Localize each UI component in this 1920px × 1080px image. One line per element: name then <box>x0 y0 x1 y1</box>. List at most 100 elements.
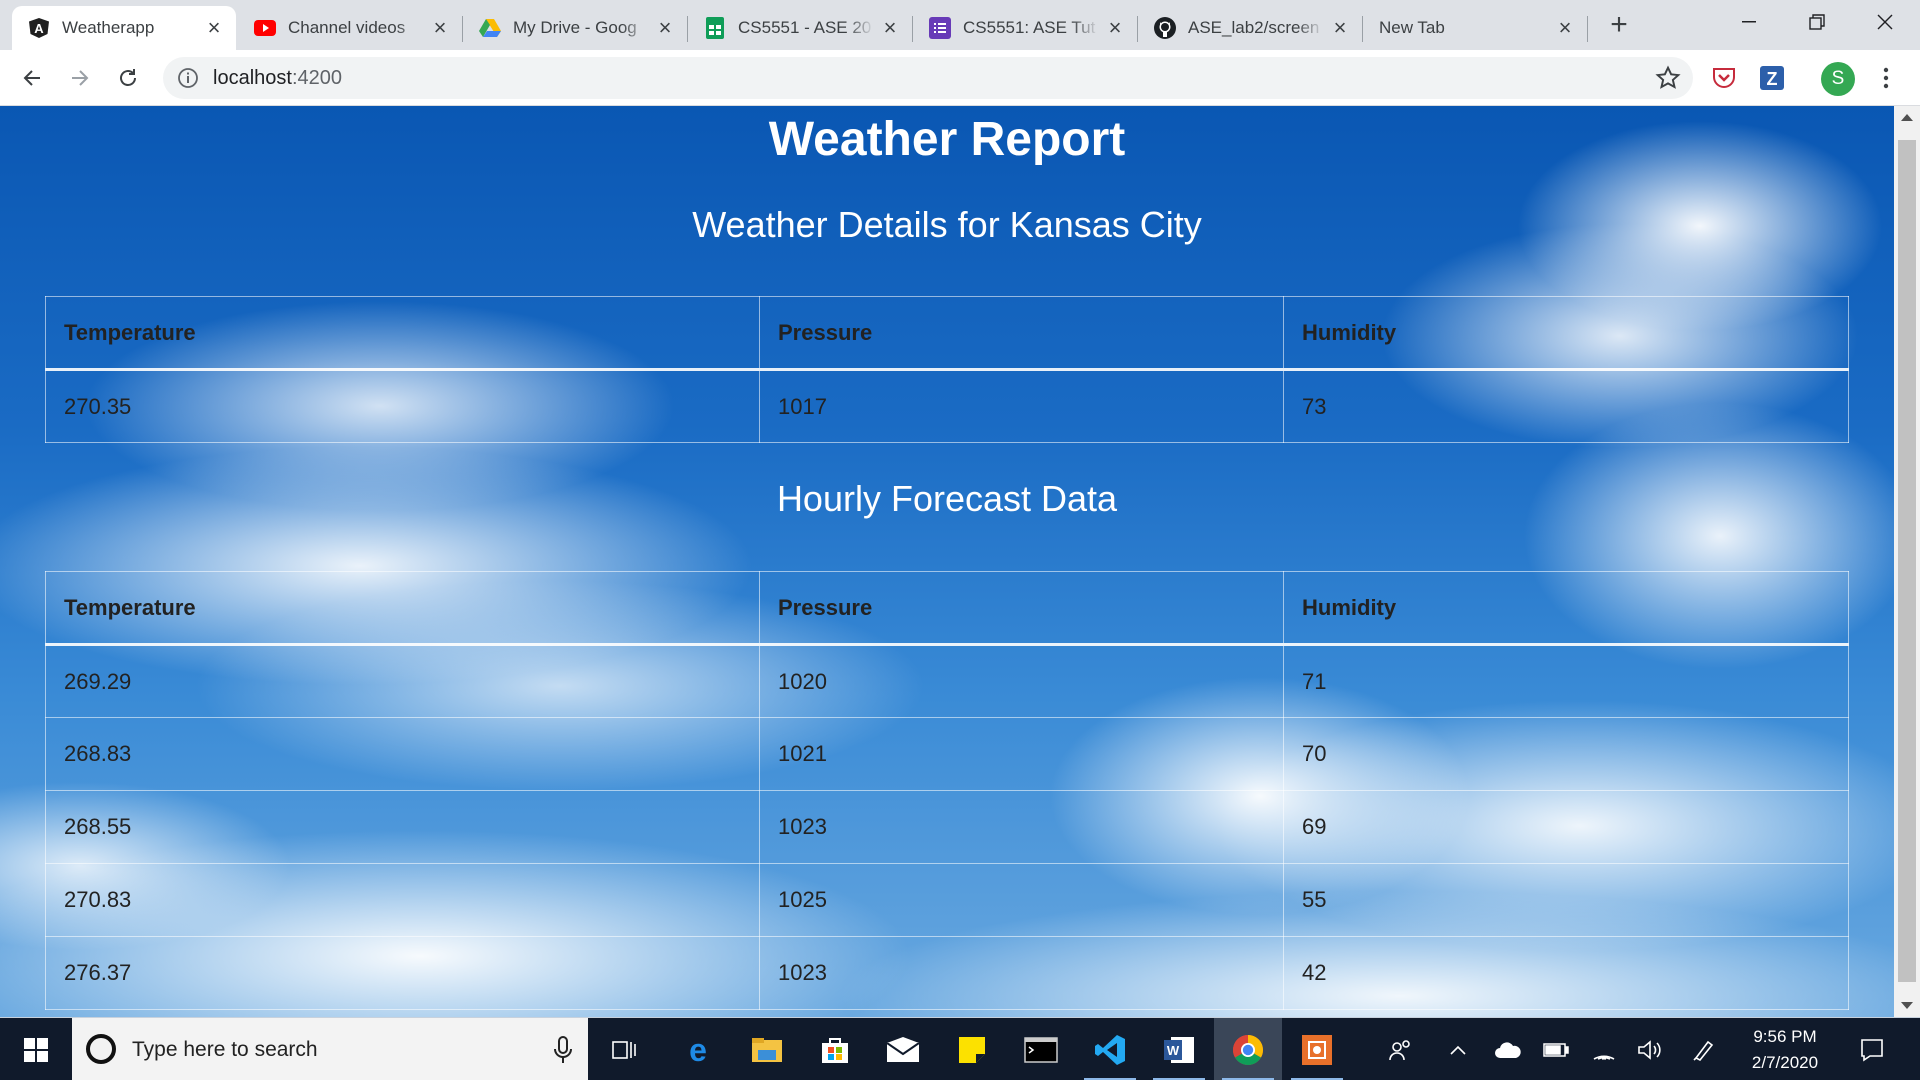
scrollbar-thumb[interactable] <box>1898 140 1916 982</box>
tab-title: New Tab <box>1379 18 1445 37</box>
chrome-menu-icon[interactable] <box>1872 64 1900 92</box>
humidity-cell: 42 <box>1283 936 1849 1010</box>
microphone-icon[interactable] <box>552 1036 574 1064</box>
table-row: 268.55 1023 69 <box>45 790 1849 864</box>
tab-github[interactable]: ASE_lab2/screen × <box>1138 6 1362 50</box>
forward-button[interactable] <box>62 60 98 96</box>
table-row: 269.29 1020 71 <box>45 644 1849 718</box>
temperature-cell: 270.35 <box>45 369 760 443</box>
vscode-icon[interactable] <box>1076 1018 1144 1080</box>
chrome-icon[interactable] <box>1214 1018 1282 1080</box>
column-header-humidity: Humidity <box>1283 571 1849 646</box>
google-drive-icon <box>479 17 501 39</box>
pressure-cell: 1021 <box>759 717 1284 791</box>
page-viewport: Weather Report Weather Details for Kansa… <box>0 106 1894 1017</box>
pen-workspace-icon[interactable] <box>1686 1018 1722 1080</box>
volume-icon[interactable] <box>1632 1018 1668 1080</box>
close-tab-icon[interactable]: × <box>1330 15 1350 40</box>
close-tab-icon[interactable]: × <box>430 15 450 40</box>
terminal-icon[interactable] <box>1007 1018 1075 1080</box>
table-row: 270.83 1025 55 <box>45 863 1849 937</box>
site-info-icon[interactable] <box>177 67 199 89</box>
temperature-cell: 276.37 <box>45 936 760 1010</box>
action-center-icon[interactable] <box>1850 1018 1894 1080</box>
new-tab-button[interactable]: + <box>1603 10 1635 42</box>
url-host: localhost <box>213 67 292 89</box>
current-weather-table: Temperature Pressure Humidity 270.35 101… <box>45 296 1849 443</box>
temperature-cell: 270.83 <box>45 863 760 937</box>
tab-cs5551-form[interactable]: CS5551: ASE Tut × <box>913 6 1137 50</box>
url-port: :4200 <box>291 67 342 89</box>
onedrive-icon[interactable] <box>1490 1018 1526 1080</box>
close-window-button[interactable] <box>1856 0 1914 44</box>
table-header-row: Temperature Pressure Humidity <box>45 571 1849 646</box>
browser-tab-strip: A Weatherapp × Channel videos × My Drive… <box>0 0 1920 50</box>
sticky-notes-icon[interactable] <box>938 1018 1006 1080</box>
table-header-row: Temperature Pressure Humidity <box>45 296 1849 371</box>
google-sheets-icon <box>704 17 726 39</box>
word-icon[interactable]: W <box>1145 1018 1213 1080</box>
close-tab-icon[interactable]: × <box>880 15 900 40</box>
table-row: 276.37 1023 42 <box>45 936 1849 1010</box>
column-header-temperature: Temperature <box>45 296 760 371</box>
svg-text:A: A <box>34 21 44 36</box>
back-button[interactable] <box>14 60 50 96</box>
store-icon[interactable] <box>801 1018 869 1080</box>
browser-toolbar: localhost:4200 Z S <box>0 50 1920 106</box>
windows-logo-icon <box>24 1037 48 1062</box>
column-header-pressure: Pressure <box>759 296 1284 371</box>
tab-my-drive[interactable]: My Drive - Goog × <box>463 6 687 50</box>
mail-icon[interactable] <box>869 1018 937 1080</box>
table-row: 270.35 1017 73 <box>45 369 1849 443</box>
profile-avatar[interactable]: S <box>1821 62 1855 96</box>
close-tab-icon[interactable]: × <box>1555 15 1575 40</box>
pressure-cell: 1020 <box>759 644 1284 718</box>
taskbar-search-box[interactable]: Type here to search <box>72 1018 588 1080</box>
pressure-cell: 1017 <box>759 369 1284 443</box>
show-hidden-icons-chevron-icon[interactable] <box>1440 1018 1476 1080</box>
profile-initial: S <box>1831 68 1845 89</box>
column-header-temperature: Temperature <box>45 571 760 646</box>
pocket-extension-icon[interactable] <box>1710 64 1738 92</box>
svg-text:Z: Z <box>1767 69 1778 89</box>
reload-button[interactable] <box>110 60 146 96</box>
wifi-icon[interactable] <box>1586 1018 1622 1080</box>
temperature-cell: 268.83 <box>45 717 760 791</box>
humidity-cell: 71 <box>1283 644 1849 718</box>
tab-weatherapp[interactable]: A Weatherapp × <box>12 6 236 50</box>
scroll-up-arrow-icon[interactable] <box>1901 114 1913 121</box>
tab-cs5551-sheet[interactable]: CS5551 - ASE 20 × <box>688 6 912 50</box>
minimize-button[interactable] <box>1720 0 1778 44</box>
pressure-cell: 1023 <box>759 790 1284 864</box>
temperature-cell: 269.29 <box>45 644 760 718</box>
zotero-extension-icon[interactable]: Z <box>1758 64 1786 92</box>
angular-icon: A <box>28 17 50 39</box>
tab-title: Weatherapp <box>62 18 155 37</box>
close-tab-icon[interactable]: × <box>204 15 224 40</box>
bookmark-star-icon[interactable] <box>1655 65 1681 91</box>
tab-channel-videos[interactable]: Channel videos × <box>238 6 462 50</box>
pressure-cell: 1023 <box>759 936 1284 1010</box>
restore-button[interactable] <box>1788 0 1846 44</box>
humidity-cell: 55 <box>1283 863 1849 937</box>
humidity-cell: 73 <box>1283 369 1849 443</box>
close-tab-icon[interactable]: × <box>1105 15 1125 40</box>
task-view-icon[interactable] <box>590 1018 658 1080</box>
tab-new-tab[interactable]: New Tab × <box>1363 6 1587 50</box>
taskbar-clock[interactable]: 9:56 PM 2/7/2020 <box>1735 1024 1835 1076</box>
temperature-cell: 268.55 <box>45 790 760 864</box>
close-tab-icon[interactable]: × <box>655 15 675 40</box>
file-explorer-icon[interactable] <box>733 1018 801 1080</box>
github-icon <box>1154 17 1176 39</box>
start-button[interactable] <box>0 1018 72 1080</box>
people-icon[interactable] <box>1380 1018 1420 1080</box>
vertical-scrollbar[interactable] <box>1894 106 1920 1017</box>
snip-icon[interactable] <box>1283 1018 1351 1080</box>
cortana-icon <box>86 1034 116 1064</box>
address-bar[interactable]: localhost:4200 <box>163 57 1693 99</box>
battery-icon[interactable] <box>1538 1018 1574 1080</box>
edge-icon[interactable]: e <box>664 1018 732 1080</box>
page-title: Weather Report <box>768 113 1126 166</box>
scroll-down-arrow-icon[interactable] <box>1901 1002 1913 1009</box>
forecast-heading: Hourly Forecast Data <box>776 478 1118 519</box>
